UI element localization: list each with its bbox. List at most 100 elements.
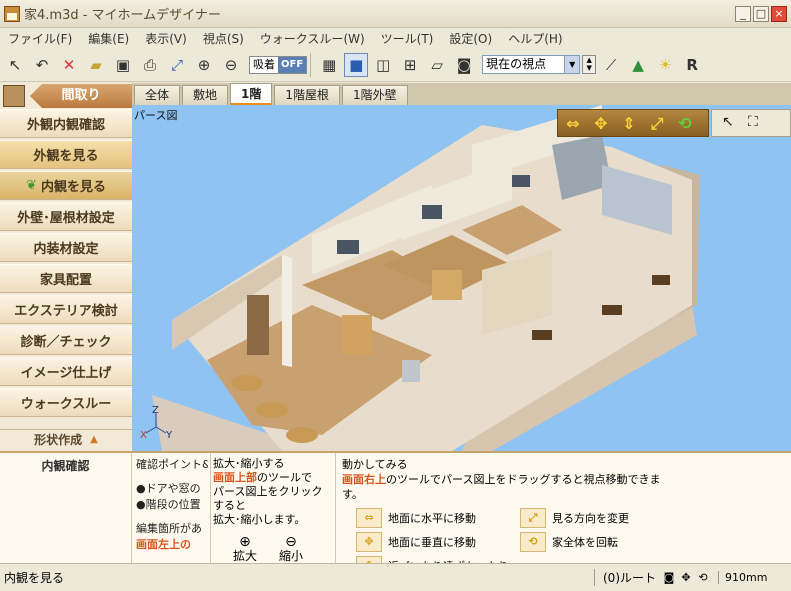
single-view-icon[interactable]: ■ <box>344 52 369 77</box>
tab-all[interactable]: 全体 <box>134 85 181 105</box>
help-move-vertical: ✥ 地面に垂直に移動 <box>356 532 476 552</box>
undo-icon[interactable]: ↶ <box>30 53 54 77</box>
select-arrow-icon[interactable]: ↖ <box>3 53 27 77</box>
side-shindan-button[interactable]: 診断／チェック <box>0 326 132 355</box>
zoom-out-icon: ⊖ <box>285 534 297 550</box>
triangle-up-icon: ▲ <box>90 434 98 445</box>
light-icon[interactable]: ☀ <box>653 53 677 77</box>
menu-view[interactable]: 表示(V) <box>137 30 195 47</box>
minimize-button[interactable]: _ <box>735 6 751 22</box>
rotate-status-icon[interactable]: ⟲ <box>696 571 710 585</box>
move-horizontal-icon[interactable]: ⇔ <box>562 114 584 134</box>
side-exterior-button[interactable]: エクステリア検討 <box>0 295 132 324</box>
help-zoom-text: のツールで <box>257 471 312 484</box>
side-naisou-button[interactable]: 内装材設定 <box>0 233 132 262</box>
side-naikan-label: 内観を見る <box>40 180 106 195</box>
help-zoom-text: 拡大･縮小します。 <box>213 513 306 526</box>
open-folder-icon[interactable]: ▰ <box>84 53 108 77</box>
madori-tab[interactable]: 間取り <box>30 84 132 108</box>
viewpoint-spinner[interactable]: ▲ ▼ <box>582 55 597 74</box>
left-panel: 間取り 外観内観確認 外観を見る ❦ 内観を見る 外壁･屋根材設定 内装材設定 … <box>0 83 132 451</box>
zoom-in-icon: ⊕ <box>239 534 251 550</box>
side-kagu-button[interactable]: 家具配置 <box>0 264 132 293</box>
help-panel: 内観確認 確認ポイント& ●ドアや窓の ●階段の位置 編集箇所があ 画面左上の … <box>0 451 791 576</box>
menu-viewpoint[interactable]: 視点(S) <box>195 30 252 47</box>
ruler-icon[interactable]: ⟋ <box>599 53 623 77</box>
side-image-button[interactable]: イメージ仕上げ <box>0 357 132 386</box>
maximize-button[interactable]: □ <box>753 6 769 22</box>
madori-header: 間取り <box>0 83 132 109</box>
help-zoom-in[interactable]: ⊕ 拡大 <box>233 535 257 563</box>
viewpoint-value: 現在の視点 <box>486 57 547 71</box>
fit-view-icon[interactable]: ⤢ <box>165 53 189 77</box>
snap-state: OFF <box>278 56 307 73</box>
side-naikan-button[interactable]: ❦ 内観を見る <box>0 171 132 200</box>
side-gaiheki-button[interactable]: 外壁･屋根材設定 <box>0 202 132 231</box>
dolly-icon[interactable]: ⇕ <box>618 114 640 134</box>
status-grid-size: 910mm <box>718 571 767 584</box>
floor-tabs: 全体 敷地 1階 1階屋根 1階外壁 <box>132 83 791 105</box>
fullscreen-icon[interactable]: ⛶ <box>748 114 758 130</box>
perspective-view[interactable]: パース図 ⇔ ✥ ⇕ ⤢ ⟲ ↖ ⛶ Z X Y <box>132 105 791 451</box>
help-zoom-title: 拡大･縮小する <box>213 457 285 470</box>
tab-floor1[interactable]: 1階 <box>230 83 273 105</box>
side-gaikan-button[interactable]: 外観を見る <box>0 140 132 169</box>
status-bar: 内観を見る (0)ルート ◙ ✥ ⟲ 910mm <box>0 563 791 591</box>
view-tools: ↖ ⛶ <box>711 109 791 137</box>
menu-walkthrough[interactable]: ウォークスルー(W) <box>252 30 373 47</box>
print-icon[interactable]: ⎙ <box>138 53 162 77</box>
help-move-horizontal: ⇔ 地面に水平に移動 <box>356 508 476 528</box>
help-confirm-title: 確認ポイント& <box>136 458 208 471</box>
snap-toggle[interactable]: 吸着 OFF <box>249 55 308 74</box>
save-disk-icon[interactable]: ▣ <box>111 53 135 77</box>
rotate-house-icon[interactable]: ⟲ <box>674 114 696 134</box>
axis-z-label: Z <box>152 405 159 416</box>
help-zoom-text: パース図上をクリックすると <box>213 485 323 512</box>
help-move-title: 動かしてみる <box>342 458 408 471</box>
navigation-tools: ⇔ ✥ ⇕ ⤢ ⟲ <box>557 109 709 137</box>
menu-tools[interactable]: ツール(T) <box>373 30 442 47</box>
viewpoint-select[interactable]: 現在の視点 ▼ <box>482 55 581 74</box>
sprout-icon: ❦ <box>26 178 37 193</box>
move-vertical-icon[interactable]: ✥ <box>590 114 612 134</box>
toolbar: ↖ ↶ ✕ ▰ ▣ ⎙ ⤢ ⊕ ⊖ 吸着 OFF ▦ ■ ◫ ⊞ ▱ ◙ 現在の… <box>0 48 791 82</box>
help-confirm-line: ●ドアや窓の <box>136 482 201 495</box>
help-zoom-out[interactable]: ⊖ 縮小 <box>279 535 303 563</box>
help-zoom-in-label: 拡大 <box>233 549 258 563</box>
shape-create-label: 形状作成 <box>34 433 83 447</box>
look-direction-icon[interactable]: ⤢ <box>646 114 668 134</box>
side-gaikan-naikan-button[interactable]: 外観内観確認 <box>0 109 132 138</box>
menu-settings[interactable]: 設定(O) <box>441 30 500 47</box>
close-button[interactable]: × <box>771 6 787 22</box>
tab-site[interactable]: 敷地 <box>182 85 229 105</box>
grid-icon[interactable]: ▦ <box>317 53 341 77</box>
pointer-icon[interactable]: ↖ <box>722 114 734 130</box>
delete-x-icon[interactable]: ✕ <box>57 53 81 77</box>
zoom-out-icon[interactable]: ⊖ <box>219 53 243 77</box>
quad-view-icon[interactable]: ⊞ <box>398 53 422 77</box>
menu-bar: ファイル(F) 編集(E) 表示(V) 視点(S) ウォークスルー(W) ツール… <box>0 28 791 48</box>
move-status-icon[interactable]: ✥ <box>679 571 693 585</box>
eraser-icon[interactable]: ▱ <box>425 53 449 77</box>
landscape-icon[interactable]: ▲ <box>626 53 650 77</box>
help-zoom-emph: 画面上部 <box>213 471 257 484</box>
shape-create-toggle[interactable]: 形状作成 ▲ <box>0 429 132 449</box>
help-move-emph: 画面右上 <box>342 473 386 486</box>
status-route: (0)ルート <box>594 569 658 586</box>
menu-edit[interactable]: 編集(E) <box>80 30 137 47</box>
help-zoom-out-label: 縮小 <box>279 549 304 563</box>
split-view-icon[interactable]: ◫ <box>371 53 395 77</box>
help-look-direction: ⤢ 見る方向を変更 <box>520 508 629 528</box>
chevron-down-icon: ▼ <box>564 56 580 73</box>
tab-floor1-roof[interactable]: 1階屋根 <box>274 85 341 105</box>
menu-help[interactable]: ヘルプ(H) <box>500 30 570 47</box>
tab-floor1-wall[interactable]: 1階外壁 <box>342 85 408 105</box>
help-section: 内観確認 <box>0 453 132 565</box>
render-icon[interactable]: R <box>680 53 704 77</box>
camera-status-icon[interactable]: ◙ <box>662 571 676 585</box>
side-walkthrough-button[interactable]: ウォークスルー <box>0 388 132 417</box>
zoom-in-icon[interactable]: ⊕ <box>192 53 216 77</box>
help-move-text: のツールでパース図上をドラッグすると視点移動できます。 <box>342 473 661 501</box>
menu-file[interactable]: ファイル(F) <box>0 30 80 47</box>
camera-icon[interactable]: ◙ <box>452 53 476 77</box>
